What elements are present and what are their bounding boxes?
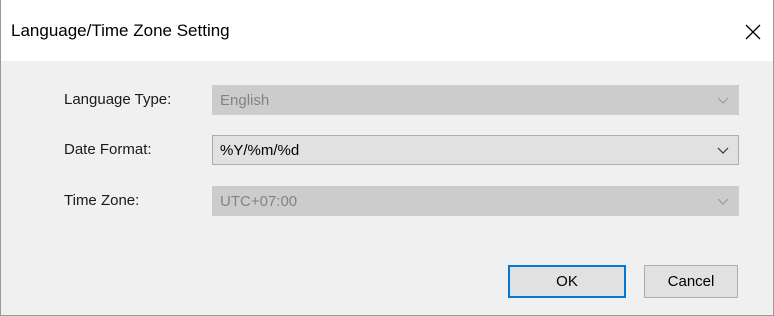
chevron-down-icon[interactable] bbox=[716, 145, 730, 157]
date-format-label: Date Format: bbox=[64, 141, 152, 158]
chevron-down-icon bbox=[717, 97, 729, 104]
close-button[interactable] bbox=[733, 12, 773, 52]
cancel-button[interactable]: Cancel bbox=[644, 265, 738, 298]
language-type-select: English bbox=[212, 85, 739, 115]
dialog-title: Language/Time Zone Setting bbox=[11, 21, 230, 40]
date-format-select[interactable]: %Y/%m/%d bbox=[212, 135, 739, 165]
language-type-label: Language Type: bbox=[64, 91, 172, 108]
chevron-down-icon bbox=[717, 198, 729, 205]
ok-button[interactable]: OK bbox=[508, 265, 626, 298]
date-format-value: %Y/%m/%d bbox=[220, 142, 300, 159]
language-type-value: English bbox=[220, 92, 270, 109]
time-zone-select: UTC+07:00 bbox=[212, 186, 739, 216]
time-zone-value: UTC+07:00 bbox=[220, 193, 298, 210]
time-zone-label: Time Zone: bbox=[64, 192, 140, 209]
title-bar[interactable]: Language/Time Zone Setting bbox=[1, 0, 773, 61]
dialog-window: Language/Time Zone Setting Language Type… bbox=[0, 0, 774, 316]
close-icon bbox=[745, 24, 761, 40]
